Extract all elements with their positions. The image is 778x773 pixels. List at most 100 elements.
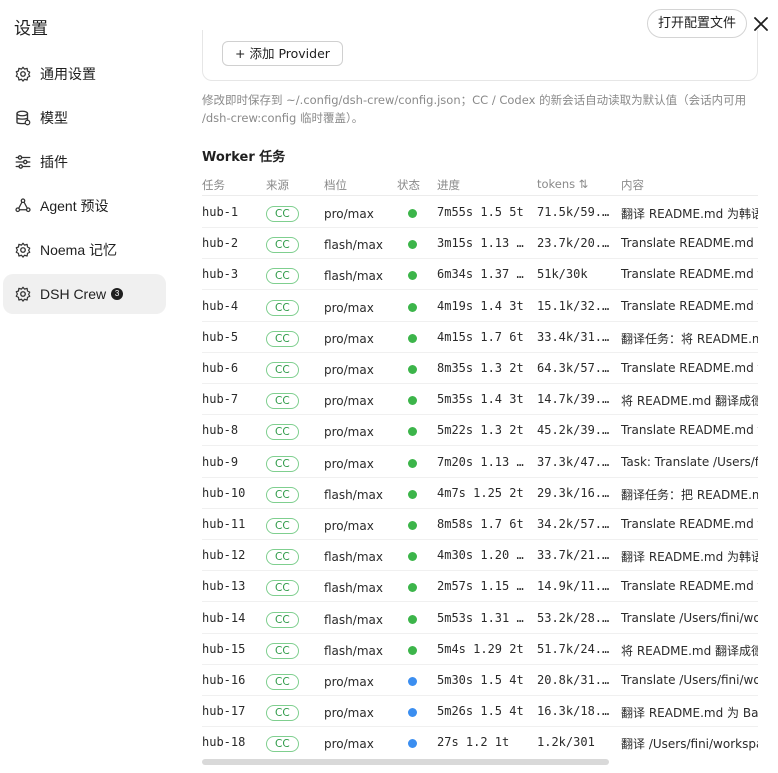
sidebar-item-models[interactable]: 模型: [3, 98, 166, 138]
source-badge: CC: [266, 299, 299, 316]
table-row[interactable]: hub-14 CC flash/max 5m53s 1.31 4t 53.2k/28.6…: [202, 603, 758, 634]
count-badge: 3: [111, 288, 124, 300]
source-badge: CC: [266, 330, 299, 347]
column-tier: 档位: [324, 178, 347, 192]
column-tokens-sort[interactable]: tokens ⇅: [537, 177, 588, 191]
table-row[interactable]: hub-13 CC flash/max 2m57s 1.15 2t 14.9k/11.3…: [202, 571, 758, 603]
horizontal-scrollbar[interactable]: [202, 759, 609, 765]
task-id: hub-14: [202, 610, 246, 625]
progress-value: 27s 1.2 1t: [437, 735, 510, 750]
config-note: 修改即时保存到 ~/.config/dsh-crew/config.json；C…: [202, 93, 747, 125]
table-row[interactable]: hub-17 CC pro/max 5m26s 1.5 4t 16.3k/18.2k 翻译…: [202, 696, 758, 728]
tier-value: flash/max: [324, 550, 383, 565]
tokens-value: 51k/30k: [537, 267, 588, 282]
status-dot: [408, 458, 417, 468]
table-row[interactable]: hub-15 CC flash/max 5m4s 1.29 2t 51.7k/24.8k…: [202, 634, 758, 665]
task-id: hub-13: [202, 579, 246, 594]
task-id: hub-17: [202, 704, 246, 719]
source-badge: CC: [266, 268, 299, 285]
plus-icon: +: [235, 46, 246, 61]
content-value: 翻译 README.md 为韩语: [621, 550, 758, 565]
sidebar-item-label: 模型: [40, 110, 68, 126]
table-row[interactable]: hub-6 CC pro/max 8m35s 1.3 2t 64.3k/57.1k Tra…: [202, 353, 758, 384]
progress-value: 5m26s 1.5 4t: [437, 704, 524, 719]
column-task: 任务: [202, 178, 225, 192]
table-row[interactable]: hub-11 CC pro/max 8m58s 1.7 6t 34.2k/57.3k Tr…: [202, 509, 758, 540]
add-provider-button[interactable]: + 添加 Provider: [222, 41, 343, 66]
source-badge: CC: [266, 549, 299, 566]
status-dot: [408, 677, 417, 686]
content-value: Translate README.md to: [621, 267, 758, 282]
status-dot: [408, 240, 417, 250]
database-icon: [16, 110, 31, 126]
tier-value: pro/max: [324, 456, 374, 471]
status-dot: [408, 396, 417, 406]
tokens-value: 64.3k/57.1k: [537, 361, 613, 375]
table-row[interactable]: hub-12 CC flash/max 4m30s 1.20 3t 33.7k/21.5…: [202, 540, 758, 572]
sidebar-item-label: DSH Crew: [40, 286, 107, 302]
table-row[interactable]: hub-9 CC pro/max 7m20s 1.13 4t 37.3k/47.1k Ta…: [202, 447, 758, 478]
content-value: 将 README.md 翻译成德语: [621, 394, 758, 409]
tokens-value: 37.3k/47.1k: [537, 454, 613, 469]
sidebar-item-plugins[interactable]: 插件: [3, 142, 166, 182]
page-title: 设置: [14, 19, 48, 38]
content-value: Translate README.md into: [621, 236, 758, 251]
gear-icon: [15, 66, 31, 82]
task-id: hub-9: [202, 454, 239, 469]
table-row[interactable]: hub-3 CC flash/max 6m34s 1.37 4t 51k/30k Tran…: [202, 259, 758, 291]
source-badge: CC: [266, 518, 299, 534]
tokens-value: 20.8k/31.6k: [537, 673, 613, 687]
task-id: hub-3: [202, 267, 239, 282]
tier-value: flash/max: [324, 238, 383, 253]
worker-section-title: Worker 任务: [202, 150, 286, 165]
task-id: hub-4: [202, 298, 239, 313]
table-row[interactable]: hub-8 CC pro/max 5m22s 1.3 2t 45.2k/39.5k Tra…: [202, 415, 758, 447]
status-dot: [408, 427, 417, 437]
status-dot: [408, 708, 417, 718]
status-dot: [408, 209, 417, 218]
table-row[interactable]: hub-5 CC pro/max 4m15s 1.7 6t 33.4k/31.2k 翻译任…: [202, 322, 758, 353]
task-id: hub-7: [202, 392, 239, 407]
progress-value: 8m58s 1.7 6t: [437, 517, 524, 531]
sidebar-item-dsh-crew[interactable]: DSH Crew 3: [3, 274, 166, 314]
sidebar-item-label: Agent 预设: [40, 198, 109, 214]
task-id: hub-2: [202, 236, 239, 251]
progress-value: 4m30s 1.20 3t: [437, 548, 529, 563]
table-row[interactable]: hub-1 CC pro/max 7m55s 1.5 5t 71.5k/59.4k 翻译 …: [202, 197, 758, 228]
source-badge: CC: [266, 455, 299, 472]
source-badge: CC: [266, 642, 299, 659]
sidebar-item-general[interactable]: 通用设置: [3, 54, 166, 94]
progress-value: 7m20s 1.13 4t: [437, 454, 529, 469]
content-value: Translate /Users/fini/work: [621, 673, 758, 687]
tier-value: flash/max: [324, 612, 383, 627]
progress-value: 6m34s 1.37 4t: [437, 267, 529, 282]
tier-value: pro/max: [324, 363, 374, 377]
table-row[interactable]: hub-18 CC pro/max 27s 1.2 1t 1.2k/301 翻译 /Use…: [202, 727, 758, 756]
source-badge: CC: [266, 674, 299, 690]
progress-value: 3m15s 1.13 3t: [437, 236, 529, 251]
add-provider-label: 添加 Provider: [249, 46, 330, 61]
progress-value: 5m35s 1.4 3t: [437, 392, 524, 407]
table-row[interactable]: hub-10 CC flash/max 4m7s 1.25 2t 29.3k/16.2k…: [202, 478, 758, 509]
table-row[interactable]: hub-16 CC pro/max 5m30s 1.5 4t 20.8k/31.6k Tr…: [202, 665, 758, 696]
content-value: 将 README.md 翻译成德语: [621, 643, 758, 658]
table-row[interactable]: hub-2 CC flash/max 3m15s 1.13 3t 23.7k/20.9k…: [202, 228, 758, 260]
content-value: Translate README.md to: [621, 579, 758, 594]
sidebar-item-agent-presets[interactable]: Agent 预设: [3, 186, 166, 226]
status-dot: [408, 552, 417, 562]
content-value: Translate /Users/fini/work: [621, 610, 758, 625]
table-row[interactable]: hub-4 CC pro/max 4m19s 1.4 3t 15.1k/32.0k Tra…: [202, 291, 758, 322]
sliders-icon: [15, 155, 31, 169]
tier-value: pro/max: [324, 300, 374, 315]
progress-value: 2m57s 1.15 2t: [437, 579, 529, 594]
sidebar-item-noema-memory[interactable]: Noema 记忆: [3, 230, 166, 270]
source-badge: CC: [266, 705, 299, 722]
task-id: hub-10: [202, 485, 246, 500]
task-id: hub-5: [202, 329, 239, 344]
progress-value: 8m35s 1.3 2t: [437, 361, 524, 375]
tier-value: flash/max: [324, 269, 383, 284]
table-row[interactable]: hub-7 CC pro/max 5m35s 1.4 3t 14.7k/39.8k 将 R…: [202, 384, 758, 416]
column-content: 内容: [621, 178, 644, 192]
content-value: 翻译任务：把 README.md: [621, 487, 758, 502]
tokens-value: 14.7k/39.8k: [537, 392, 613, 407]
